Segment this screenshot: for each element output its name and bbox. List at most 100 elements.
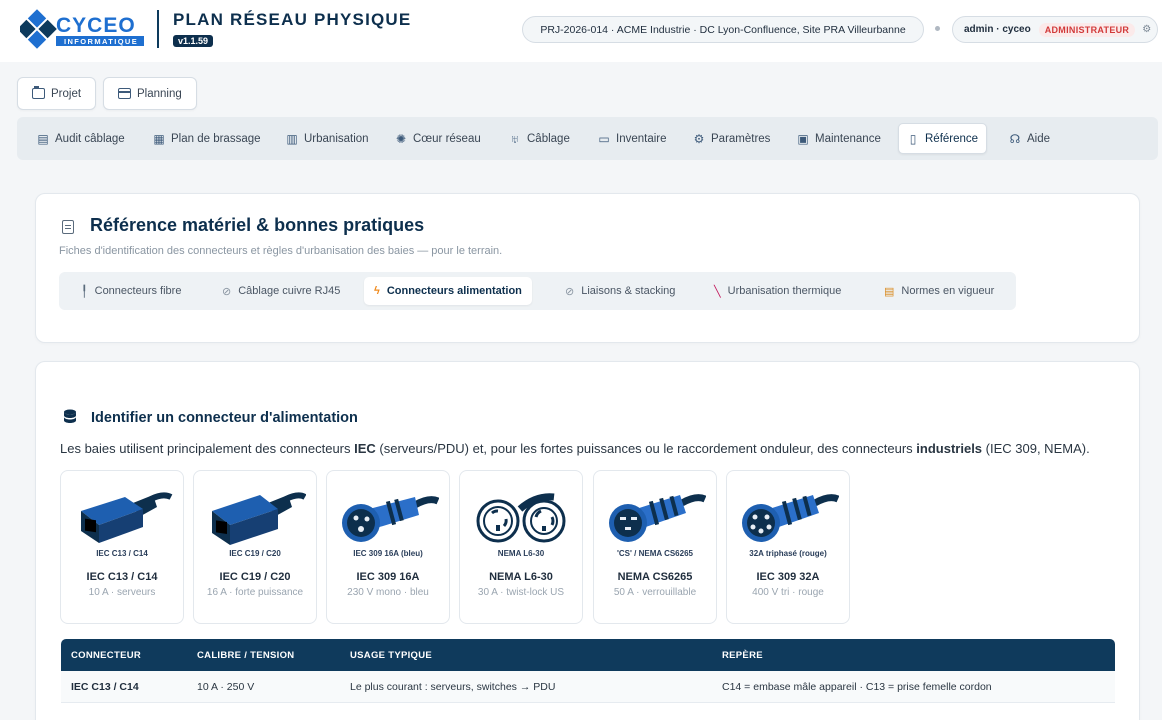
connector-card-c13[interactable]: IEC C13 / C14 IEC C13 / C14 10 A · serve… [60, 470, 184, 624]
cyceo-logo[interactable]: CYCEO INFORMATIQUE [20, 5, 146, 53]
nav-inventaire[interactable]: ▭ Inventaire [590, 123, 675, 154]
calendar-icon [118, 88, 131, 99]
nav-label: Paramètres [711, 132, 771, 145]
nema-l6-30-plug-image [476, 493, 566, 543]
connector-card-iec309-16a[interactable]: IEC 309 16A (bleu) IEC 309 16A 230 V mon… [326, 470, 450, 624]
planning-label: Planning [137, 87, 182, 100]
connector-desc: 16 A · forte puissance [206, 587, 304, 598]
tab-cablage-cuivre[interactable]: ⊘ Câblage cuivre RJ45 [212, 277, 350, 305]
nav-audit-cablage[interactable]: ▤ Audit câblage [29, 123, 133, 154]
planning-button[interactable]: Planning [103, 77, 197, 110]
gear-icon: ⚙ [693, 131, 705, 146]
role-badge: ADMINISTRATEUR [1038, 22, 1136, 37]
nav-label: Aide [1027, 132, 1051, 145]
section-title: Identifier un connecteur d'alimentation [91, 410, 358, 426]
help-icon: ☊ [1009, 131, 1021, 146]
tab-label: Connecteurs alimentation [386, 285, 522, 297]
nav-reference[interactable]: ▯ Référence [898, 123, 988, 154]
status-dot [935, 26, 940, 31]
tab-liaisons-stacking[interactable]: ⊘ Liaisons & stacking [555, 277, 685, 305]
tab-label: Liaisons & stacking [581, 285, 676, 297]
tab-connecteurs-fibre[interactable]: ╿ Connecteurs fibre [71, 277, 191, 305]
document-icon: ▯ [909, 131, 917, 146]
core-icon: ✺ [395, 131, 407, 146]
projet-button[interactable]: Projet [17, 77, 97, 110]
connector-name: IEC C13 / C14 [86, 571, 158, 583]
nav-label: Plan de brassage [171, 132, 261, 145]
bolt-icon: ϟ [374, 285, 380, 297]
brand-tagline: INFORMATIQUE [64, 37, 138, 46]
app-title: PLAN RÉSEAU PHYSIQUE [173, 10, 412, 29]
iec-309-16a-plug-image [342, 496, 439, 542]
brand-name: CYCEO [56, 14, 136, 37]
connector-caption: IEC 309 16A (bleu) [353, 549, 423, 558]
nav-label: Inventaire [616, 132, 667, 145]
audit-icon: ▤ [37, 131, 49, 146]
app-header: CYCEO INFORMATIQUE PLAN RÉSEAU PHYSIQUE … [0, 0, 1162, 62]
thermometer-icon: ╲ [714, 285, 721, 298]
table-row[interactable]: IEC C13 / C14 10 A · 250 V Le plus coura… [61, 671, 1115, 703]
tab-connecteurs-alimentation[interactable]: ϟ Connecteurs alimentation [364, 277, 532, 305]
column-header: USAGE TYPIQUE [350, 650, 433, 661]
connector-card-nema-l6-30[interactable]: NEMA L6-30 NEMA L6-30 30 A · twist-lock … [459, 470, 583, 624]
table-cell: C14 = embase mâle appareil · C13 = prise… [722, 681, 992, 693]
section-intro: Les baies utilisent principalement des c… [60, 441, 1090, 456]
reference-card: Référence matériel & bonnes pratiques Fi… [35, 193, 1140, 343]
connector-caption: IEC C13 / C14 [96, 549, 148, 558]
nav-label: Maintenance [815, 132, 881, 145]
table-header: CONNECTEUR CALIBRE / TENSION USAGE TYPIQ… [61, 639, 1115, 671]
iec-c19-plug-image [212, 492, 306, 545]
page-subtitle: Fiches d'identification des connecteurs … [59, 245, 503, 257]
nav-urbanisation[interactable]: ▥ Urbanisation [278, 123, 377, 154]
tab-urbanisation-thermique[interactable]: ╲ Urbanisation thermique [704, 277, 851, 305]
nav-label: Câblage [527, 132, 570, 145]
connector-desc: 230 V mono · bleu [347, 587, 429, 598]
iec-309-32a-plug-image [742, 494, 839, 542]
connector-card-cs6265[interactable]: 'CS' / NEMA CS6265 NEMA CS6265 50 A · ve… [593, 470, 717, 624]
tab-label: Connecteurs fibre [94, 285, 182, 297]
scroll-icon: ▤ [884, 285, 895, 298]
document-icon [62, 220, 74, 234]
tab-label: Câblage cuivre RJ45 [238, 285, 341, 297]
user-name: admin · cyceo [964, 24, 1031, 35]
nav-plan-brassage[interactable]: ▦ Plan de brassage [145, 123, 269, 154]
nema-cs6265-plug-image [609, 494, 706, 542]
connector-name: NEMA CS6265 [617, 571, 693, 583]
nav-maintenance[interactable]: ▣ Maintenance [789, 123, 889, 154]
nav-label: Référence [925, 132, 979, 145]
connector-card-iec309-32a[interactable]: 32A triphasé (rouge) IEC 309 32A 400 V t… [726, 470, 850, 624]
connector-desc: 400 V tri · rouge [752, 587, 824, 598]
column-header: REPÈRE [722, 650, 763, 661]
settings-icon[interactable]: ⚙ [1142, 24, 1151, 35]
connector-caption: NEMA L6-30 [497, 549, 545, 558]
nav-parametres[interactable]: ⚙ Paramètres [685, 123, 778, 154]
page-title: Référence matériel & bonnes pratiques [90, 215, 425, 235]
connector-table: CONNECTEUR CALIBRE / TENSION USAGE TYPIQ… [61, 639, 1115, 703]
nav-cablage[interactable]: ♅ Câblage [501, 123, 578, 154]
reference-subtabs: ╿ Connecteurs fibre ⊘ Câblage cuivre RJ4… [59, 272, 1016, 310]
projet-label: Projet [51, 87, 82, 100]
column-header: CALIBRE / TENSION [197, 650, 295, 661]
nav-coeur-reseau[interactable]: ✺ Cœur réseau [387, 123, 489, 154]
project-selector[interactable]: PRJ-2026-014 · ACME Industrie · DC Lyon-… [522, 16, 924, 43]
connector-caption: IEC C19 / C20 [229, 549, 281, 558]
tab-normes-vigueur[interactable]: ▤ Normes en vigueur [874, 277, 1004, 305]
connector-name: IEC 309 32A [756, 571, 820, 583]
connector-desc: 10 A · serveurs [88, 587, 156, 598]
nav-aide[interactable]: ☊ Aide [1001, 123, 1058, 154]
nav-label: Audit câblage [55, 132, 125, 145]
table-cell: 10 A · 250 V [197, 681, 255, 693]
connector-desc: 30 A · twist-lock US [477, 587, 565, 598]
inventory-icon: ▭ [598, 131, 610, 146]
database-icon [64, 409, 76, 423]
connector-name: IEC 309 16A [356, 571, 420, 583]
connector-name: NEMA L6-30 [489, 571, 553, 583]
user-menu[interactable]: admin · cyceo ADMINISTRATEUR ⚙ [952, 16, 1158, 43]
power-connectors-card: Identifier un connecteur d'alimentation … [35, 361, 1140, 720]
tab-label: Urbanisation thermique [727, 285, 842, 297]
iec-c13-plug-image [81, 492, 173, 543]
version-badge: v1.1.59 [173, 35, 214, 47]
pin-icon: ╿ [81, 285, 88, 298]
save-icon: ▣ [797, 131, 809, 146]
connector-card-c19[interactable]: IEC C19 / C20 IEC C19 / C20 16 A · forte… [193, 470, 317, 624]
